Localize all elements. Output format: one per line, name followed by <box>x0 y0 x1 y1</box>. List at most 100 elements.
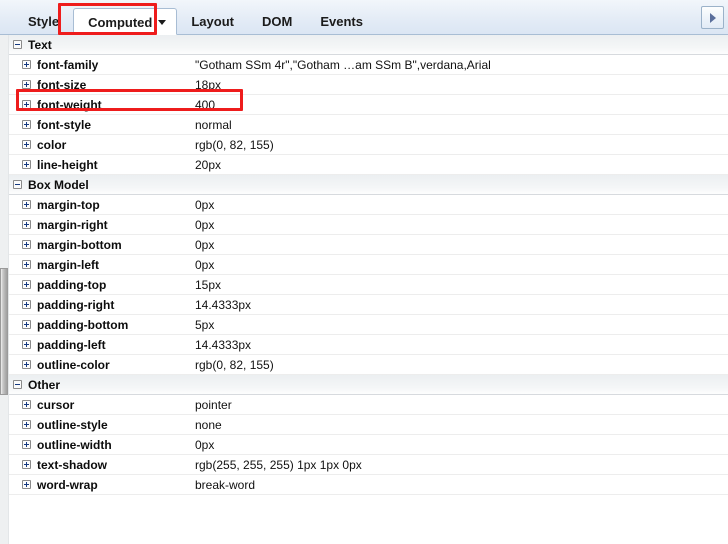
plus-box-icon[interactable] <box>22 80 31 89</box>
property-name: padding-right <box>37 297 115 312</box>
property-row[interactable]: word-wrap break-word <box>0 475 728 495</box>
plus-box-icon[interactable] <box>22 300 31 309</box>
property-row[interactable]: line-height 20px <box>0 155 728 175</box>
property-name: margin-left <box>37 257 100 272</box>
tab-layout[interactable]: Layout <box>177 8 248 35</box>
property-row[interactable]: font-style normal <box>0 115 728 135</box>
property-value: 0px <box>195 437 215 452</box>
property-value: 14.4333px <box>195 337 252 352</box>
property-value: 0px <box>195 197 215 212</box>
property-value: 20px <box>195 157 222 172</box>
property-value: rgb(255, 255, 255) 1px 1px 0px <box>195 457 362 472</box>
plus-box-icon[interactable] <box>22 240 31 249</box>
property-name: line-height <box>37 157 98 172</box>
property-row[interactable]: padding-left 14.4333px <box>0 335 728 355</box>
property-row[interactable]: outline-style none <box>0 415 728 435</box>
property-row[interactable]: font-family "Gotham SSm 4r","Gotham …am S… <box>0 55 728 75</box>
plus-box-icon[interactable] <box>22 140 31 149</box>
vertical-scrollbar-thumb[interactable] <box>0 268 8 395</box>
property-value: 400 <box>195 97 216 112</box>
property-row[interactable]: outline-color rgb(0, 82, 155) <box>0 355 728 375</box>
property-name: font-style <box>37 117 91 132</box>
plus-box-icon[interactable] <box>22 320 31 329</box>
property-name: outline-color <box>37 357 110 372</box>
plus-box-icon[interactable] <box>22 420 31 429</box>
property-name: cursor <box>37 397 75 412</box>
minus-box-icon[interactable] <box>13 40 22 49</box>
property-name: margin-right <box>37 217 108 232</box>
property-name: padding-left <box>37 337 106 352</box>
tab-overflow-button[interactable] <box>701 6 724 29</box>
property-value: 0px <box>195 257 215 272</box>
property-value: 0px <box>195 217 215 232</box>
section-header-other[interactable]: Other <box>0 375 728 395</box>
property-value: break-word <box>195 477 256 492</box>
property-name: margin-bottom <box>37 237 122 252</box>
plus-box-icon[interactable] <box>22 200 31 209</box>
property-value: 18px <box>195 77 222 92</box>
plus-box-icon[interactable] <box>22 120 31 129</box>
property-row[interactable]: margin-top 0px <box>0 195 728 215</box>
property-row[interactable]: margin-bottom 0px <box>0 235 728 255</box>
tab-style[interactable]: Style <box>14 8 73 35</box>
property-row[interactable]: margin-left 0px <box>0 255 728 275</box>
section-title: Text <box>28 37 52 52</box>
plus-box-icon[interactable] <box>22 100 31 109</box>
property-value: pointer <box>195 397 232 412</box>
tab-label: Computed <box>88 15 153 30</box>
plus-box-icon[interactable] <box>22 460 31 469</box>
property-value: 0px <box>195 237 215 252</box>
computed-style-panel: Text font-family "Gotham SSm 4r","Gotham …… <box>0 35 728 544</box>
property-name: font-weight <box>37 97 102 112</box>
minus-box-icon[interactable] <box>13 380 22 389</box>
property-name: margin-top <box>37 197 100 212</box>
vertical-scrollbar-track[interactable] <box>0 35 9 544</box>
property-value: "Gotham SSm 4r","Gotham …am SSm B",verda… <box>195 57 491 72</box>
minus-box-icon[interactable] <box>13 180 22 189</box>
property-value: normal <box>195 117 232 132</box>
chevron-down-icon[interactable] <box>158 20 167 26</box>
property-row[interactable]: color rgb(0, 82, 155) <box>0 135 728 155</box>
tab-list: Style Computed Layout DOM Events <box>14 7 377 35</box>
property-row[interactable]: margin-right 0px <box>0 215 728 235</box>
section-header-box-model[interactable]: Box Model <box>0 175 728 195</box>
property-row[interactable]: font-size 18px <box>0 75 728 95</box>
tab-label: Events <box>320 14 363 29</box>
property-row[interactable]: text-shadow rgb(255, 255, 255) 1px 1px 0p… <box>0 455 728 475</box>
tab-events[interactable]: Events <box>306 8 377 35</box>
property-row[interactable]: padding-bottom 5px <box>0 315 728 335</box>
tab-dom[interactable]: DOM <box>248 8 306 35</box>
property-row[interactable]: padding-top 15px <box>0 275 728 295</box>
section-title: Other <box>28 377 61 392</box>
tab-computed[interactable]: Computed <box>73 8 178 35</box>
plus-box-icon[interactable] <box>22 480 31 489</box>
section-header-text[interactable]: Text <box>0 35 728 55</box>
tab-label: Style <box>28 14 60 29</box>
property-name: font-family <box>37 57 99 72</box>
property-name: font-size <box>37 77 87 92</box>
property-row[interactable]: padding-right 14.4333px <box>0 295 728 315</box>
property-value: 5px <box>195 317 215 332</box>
property-value: 15px <box>195 277 222 292</box>
property-row[interactable]: cursor pointer <box>0 395 728 415</box>
property-name: padding-bottom <box>37 317 129 332</box>
property-value: 14.4333px <box>195 297 252 312</box>
property-row[interactable]: outline-width 0px <box>0 435 728 455</box>
property-name: text-shadow <box>37 457 108 472</box>
property-row[interactable]: font-weight 400 <box>0 95 728 115</box>
plus-box-icon[interactable] <box>22 160 31 169</box>
property-rows: Text font-family "Gotham SSm 4r","Gotham …… <box>0 35 728 495</box>
section-title: Box Model <box>28 177 89 192</box>
plus-box-icon[interactable] <box>22 220 31 229</box>
plus-box-icon[interactable] <box>22 260 31 269</box>
plus-box-icon[interactable] <box>22 280 31 289</box>
plus-box-icon[interactable] <box>22 60 31 69</box>
property-value: none <box>195 417 222 432</box>
property-name: color <box>37 137 67 152</box>
plus-box-icon[interactable] <box>22 340 31 349</box>
plus-box-icon[interactable] <box>22 440 31 449</box>
property-name: outline-style <box>37 417 108 432</box>
plus-box-icon[interactable] <box>22 360 31 369</box>
devtools-tab-bar: Style Computed Layout DOM Events <box>0 0 728 35</box>
plus-box-icon[interactable] <box>22 400 31 409</box>
